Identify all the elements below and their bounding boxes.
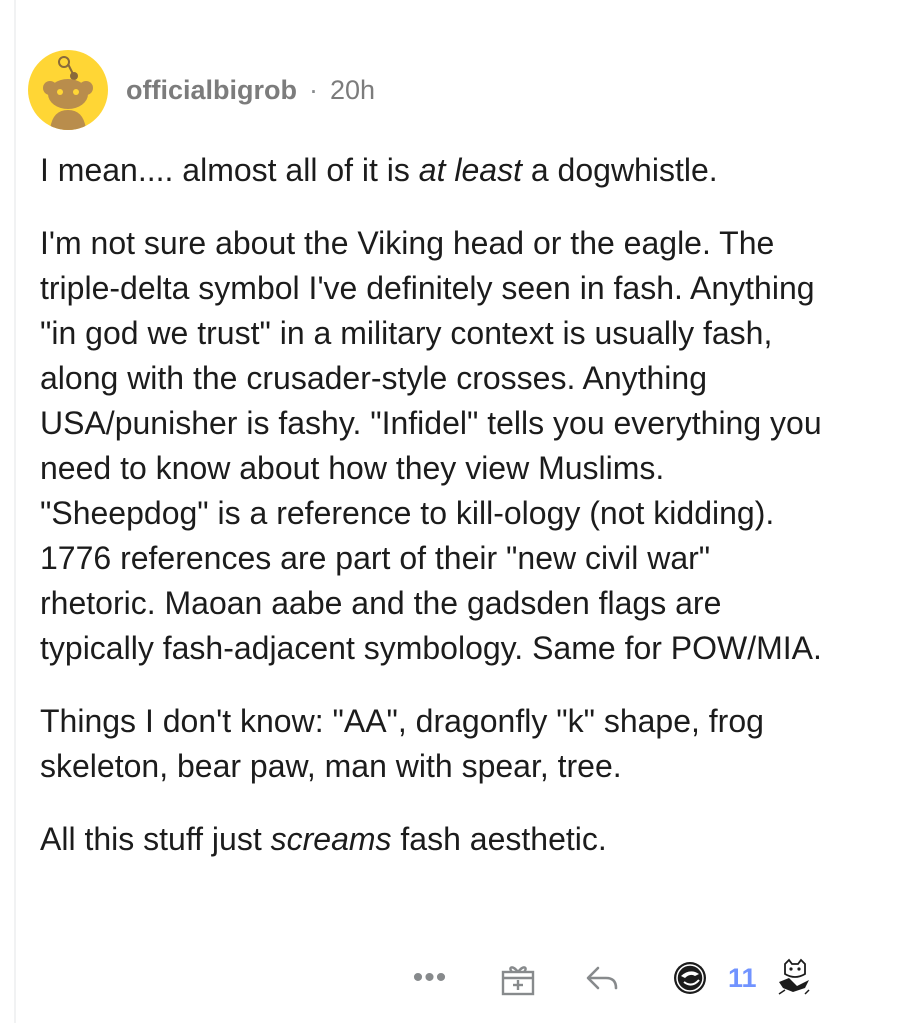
text-run: a dogwhistle.	[521, 152, 718, 188]
award-count: 11	[728, 962, 757, 993]
emphasis-text: at least	[418, 152, 522, 188]
text-run: fash aesthetic.	[391, 821, 607, 857]
give-award-button[interactable]	[498, 958, 538, 998]
comment-body: I mean.... almost all of it is at least …	[40, 148, 860, 890]
username-link[interactable]: officialbigrob	[126, 75, 297, 106]
gift-icon	[501, 966, 535, 996]
more-icon: •••	[412, 961, 448, 994]
award-icon	[674, 962, 706, 994]
text-run: I mean.... almost all of it is	[40, 152, 419, 188]
paragraph: Things I don't know: "AA", dragonfly "k"…	[40, 703, 764, 784]
text-run: All this stuff just	[40, 821, 271, 857]
snoo-avatar-icon	[43, 56, 93, 130]
cat-award-badge[interactable]	[775, 958, 815, 998]
comment-actions: ••• 11	[400, 950, 815, 1006]
paragraph: I'm not sure about the Viking head or th…	[40, 225, 822, 666]
reply-icon	[586, 966, 618, 990]
more-options-button[interactable]: •••	[400, 961, 460, 995]
paragraph: I mean.... almost all of it is at least …	[40, 148, 860, 193]
cat-award-icon	[778, 958, 810, 995]
meta-separator: ·	[309, 74, 318, 105]
reply-button[interactable]	[582, 958, 622, 998]
award-badge[interactable]	[672, 960, 708, 996]
comment: officialbigrob · 20h I mean.... almost a…	[0, 0, 906, 1023]
comment-header: officialbigrob · 20h	[28, 50, 375, 130]
paragraph: All this stuff just screams fash aesthet…	[40, 817, 860, 862]
avatar[interactable]	[28, 50, 108, 130]
timestamp: 20h	[330, 74, 376, 105]
emphasis-text: screams	[270, 821, 392, 857]
thread-line[interactable]	[14, 0, 16, 1023]
